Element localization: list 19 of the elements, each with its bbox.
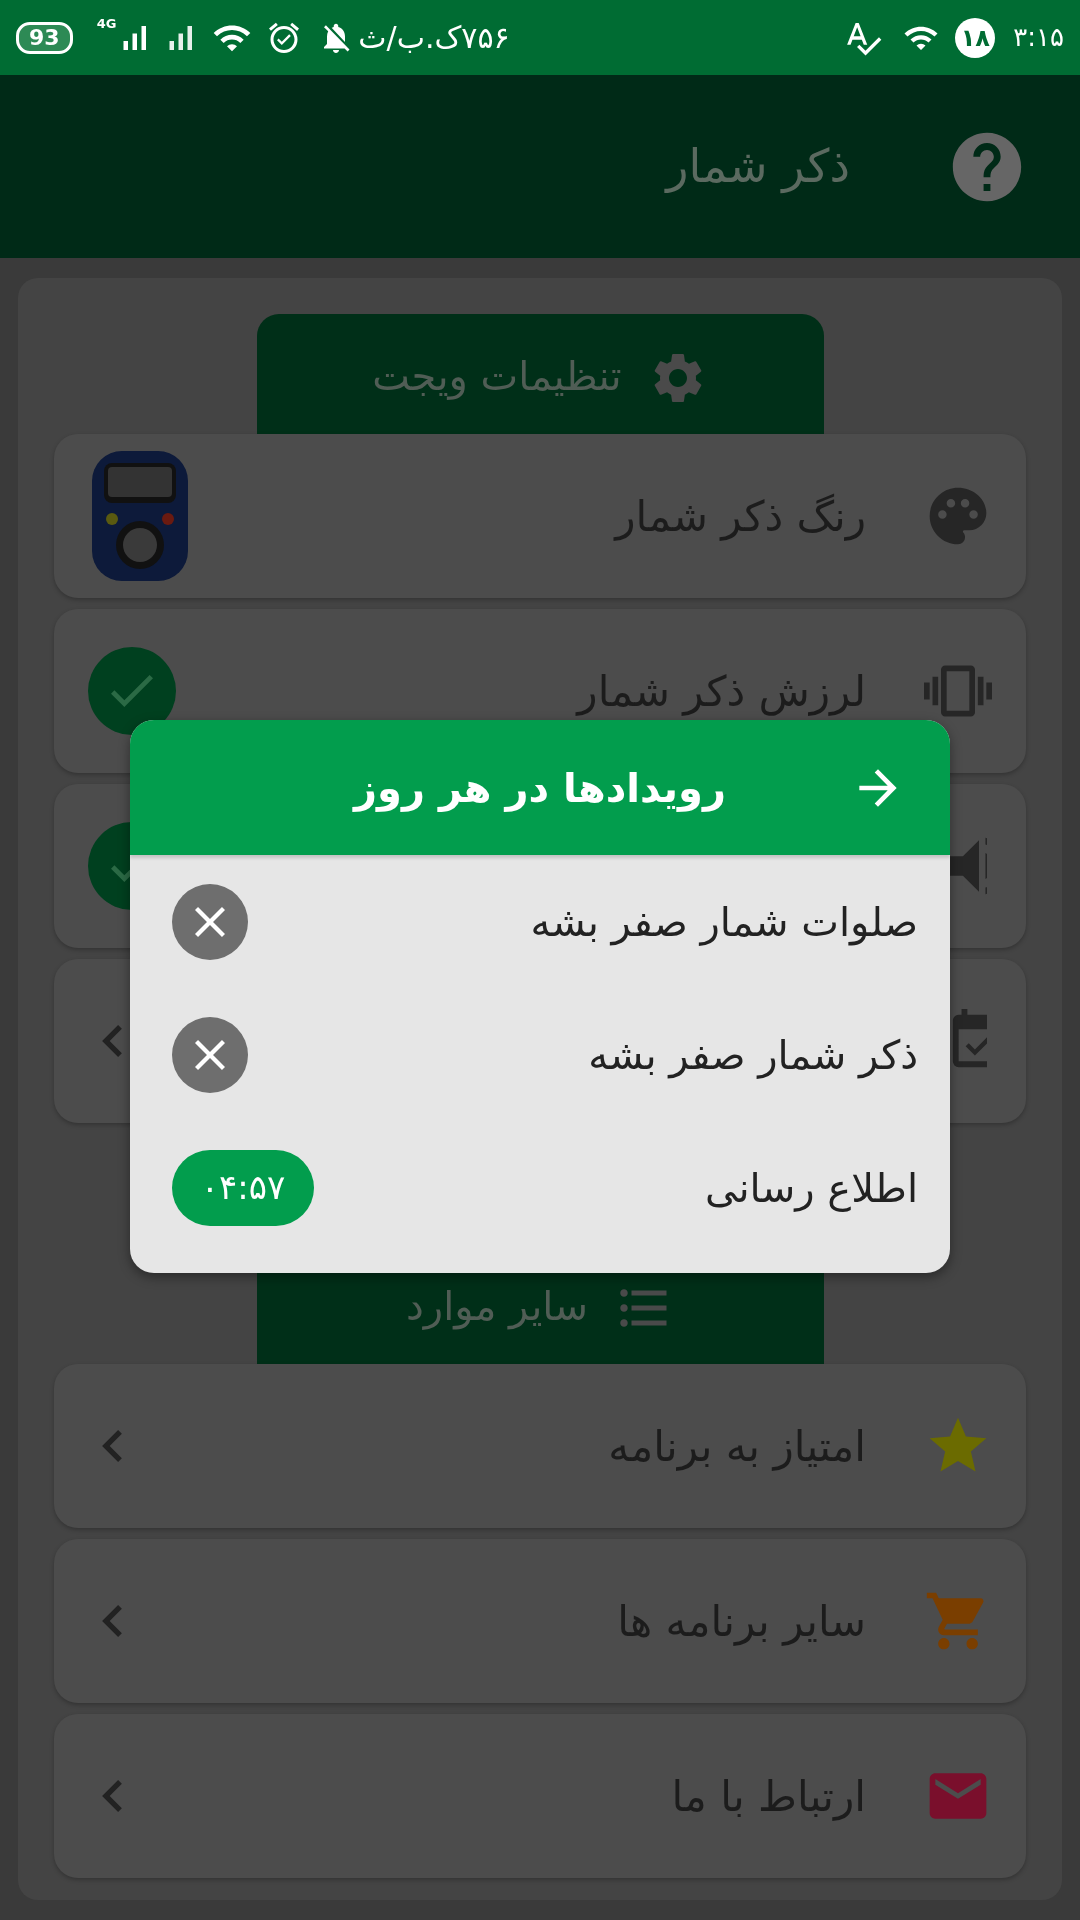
chevron-icon [102,1430,122,1462]
check-icon [111,675,153,707]
battery-indicator: 93 [16,21,73,54]
app-title: ذکر شمار [666,138,850,196]
clock: ۳:۱۵ [1013,21,1064,54]
section-title: تنظیمات ویجت [372,352,622,402]
event-label: ذکر شمار صفر بشه [588,1030,918,1081]
chevron-icon [102,1780,122,1812]
notification-badge: ۱۸ [955,17,996,58]
chevron-icon [102,1025,122,1057]
event-label: صلوات شمار صفر بشه [530,897,918,948]
network-type: 4G [96,15,117,33]
close-icon [195,1039,225,1070]
close-icon [195,906,225,937]
section-title: سایر موارد [406,1282,588,1332]
chevron-icon [102,1605,122,1637]
network-speed: ۷۵۶ک.ب/ث [358,19,510,57]
time-button[interactable]: ۰۴:۵۷ [172,1149,314,1226]
event-label: اطلاع رسانی [705,1163,918,1214]
